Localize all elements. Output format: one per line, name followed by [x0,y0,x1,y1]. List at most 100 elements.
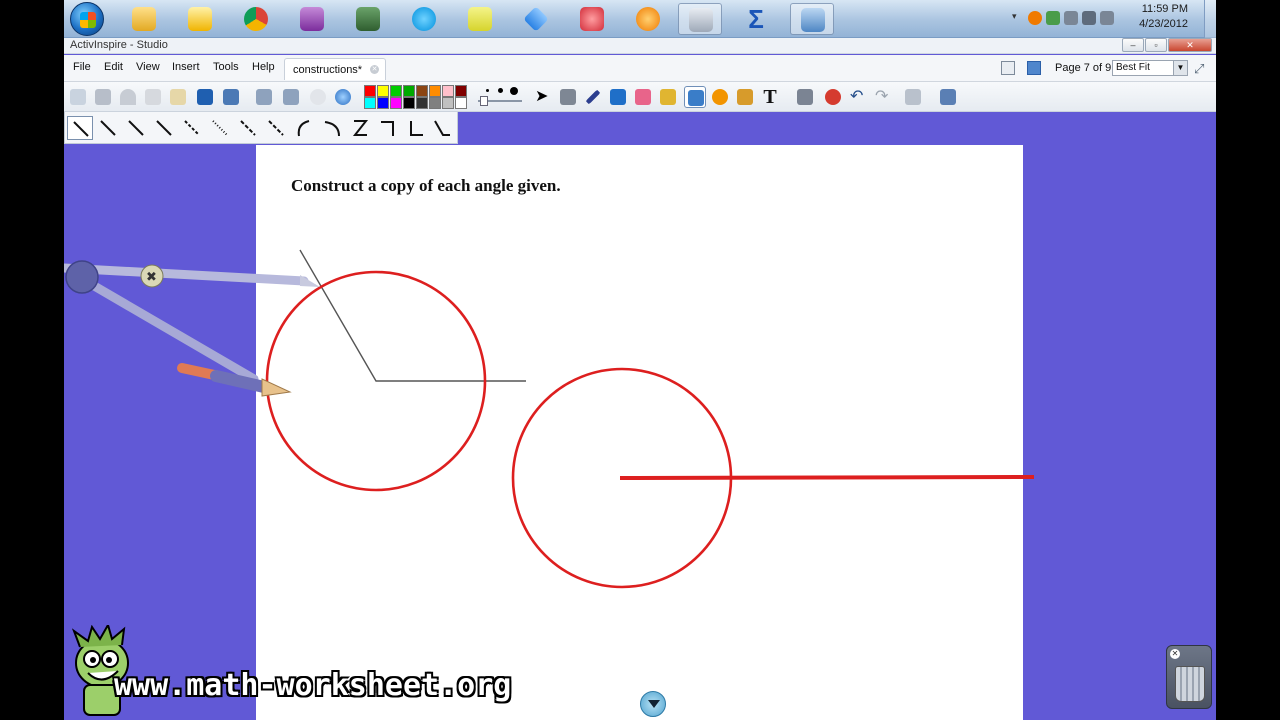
chrome-taskbar-button[interactable] [234,3,278,35]
clear-tool[interactable] [794,86,816,108]
skype-taskbar-button[interactable] [402,3,446,35]
shape-tool[interactable] [709,86,731,108]
straight-line-style[interactable] [67,116,93,140]
explorer-taskbar-button[interactable] [122,3,166,35]
start-button[interactable] [70,2,104,36]
color-swatch[interactable] [416,97,428,109]
pen-tool[interactable] [582,86,604,108]
elbow-diagonal-style[interactable] [429,116,455,140]
page-scroll-button[interactable] [640,691,666,717]
fullscreen-icon[interactable]: ⤢ [1194,61,1204,77]
drawing-layer[interactable]: ✖ [64,145,1216,720]
color-swatch[interactable] [403,97,415,109]
dashed-double-arrow-style[interactable] [263,116,289,140]
highlighter-tool[interactable] [607,86,629,108]
calculator-tool[interactable] [167,86,189,108]
dashed-line-style[interactable] [179,116,205,140]
given-angle[interactable] [299,249,526,382]
previous-page-tool[interactable] [253,86,275,108]
color-swatch[interactable] [416,85,428,97]
menu-edit[interactable]: Edit [104,61,123,73]
zoom-select[interactable]: Best Fit ▼ [1112,60,1188,76]
play-tool[interactable] [307,86,329,108]
clock-time[interactable]: 11:59 PM [1108,3,1188,15]
close-tab-icon[interactable]: ✕ [370,65,379,74]
calculator-taskbar-button[interactable] [346,3,390,35]
color-swatch[interactable] [442,85,454,97]
show-desktop-button[interactable] [1204,0,1216,38]
redo-tool[interactable]: ↷ [872,86,894,108]
magic-ink-tool[interactable] [734,86,756,108]
show-hidden-icons-icon[interactable]: ▾ [1012,11,1017,22]
device-tray-icon[interactable] [1064,11,1078,25]
curved-line-alt-style[interactable] [319,116,345,140]
line-double-arrow-style[interactable] [151,116,177,140]
compass-tool[interactable] [92,86,114,108]
elbow-down-style[interactable] [375,116,401,140]
menu-view[interactable]: View [136,61,160,73]
line-arrow-start-style[interactable] [123,116,149,140]
color-swatch[interactable] [377,97,389,109]
avast-taskbar-button[interactable] [626,3,670,35]
web-browser-tool[interactable] [332,86,354,108]
page-browser-icon[interactable] [1001,61,1015,75]
main-menu-tool[interactable] [67,86,89,108]
menu-help[interactable]: Help [252,61,275,73]
trash-can[interactable]: ✕ [1166,645,1212,709]
restore-button[interactable]: ▫ [1145,38,1167,52]
color-swatch[interactable] [455,85,467,97]
undo-tool[interactable]: ↶ [847,86,869,108]
desktop-tools[interactable] [557,86,579,108]
network-icon[interactable] [1082,11,1096,25]
snipping-tool-taskbar-button[interactable] [570,3,614,35]
color-swatch[interactable] [429,85,441,97]
fill-tool[interactable] [657,86,679,108]
menu-tools[interactable]: Tools [213,61,239,73]
sigma-taskbar-button[interactable]: Σ [734,3,778,35]
outlook-taskbar-button[interactable] [178,3,222,35]
minimize-button[interactable]: – [1122,38,1144,52]
sticky-notes-taskbar-button[interactable] [458,3,502,35]
dotted-line-style[interactable] [207,116,233,140]
connector-tool[interactable] [684,86,706,108]
color-swatch[interactable] [364,97,376,109]
camera-tool[interactable] [194,86,216,108]
text-tool[interactable]: T [759,86,781,108]
curved-line-style[interactable] [291,116,317,140]
color-swatch[interactable] [390,85,402,97]
color-swatch[interactable] [442,97,454,109]
close-icon[interactable]: ✕ [1170,649,1180,659]
slider-thumb[interactable] [480,96,488,106]
activinspire-taskbar-button[interactable] [678,3,722,35]
menu-file[interactable]: File [73,61,91,73]
color-swatch[interactable] [364,85,376,97]
elbow-up-style[interactable] [403,116,429,140]
resources-icon[interactable] [1027,61,1041,75]
magnifier-tool[interactable] [220,86,242,108]
color-swatch[interactable] [377,85,389,97]
document-tab[interactable]: constructions* ✕ [284,58,386,80]
remote-desktop-taskbar-button[interactable] [790,3,834,35]
dashed-arrow-style[interactable] [235,116,261,140]
select-tool[interactable]: ➤ [532,86,554,108]
new-ray[interactable] [619,475,1035,480]
page-properties-tool[interactable] [902,86,924,108]
clock-date[interactable]: 4/23/2012 [1108,18,1188,30]
color-swatch[interactable] [390,97,402,109]
onenote-taskbar-button[interactable] [290,3,334,35]
dropbox-taskbar-button[interactable] [514,3,558,35]
next-page-tool[interactable] [280,86,302,108]
eraser-tool[interactable] [632,86,654,108]
app-tray-icon[interactable] [1046,11,1060,25]
color-swatch[interactable] [429,97,441,109]
avast-tray-icon[interactable] [1028,11,1042,25]
color-swatch[interactable] [403,85,415,97]
menu-insert[interactable]: Insert [172,61,200,73]
customize-toolbox-tool[interactable] [937,86,959,108]
reset-page-tool[interactable] [822,86,844,108]
close-button[interactable]: ✕ [1168,38,1212,52]
ruler-tool[interactable] [142,86,164,108]
pen-width-slider[interactable] [474,86,524,108]
line-arrow-end-style[interactable] [95,116,121,140]
elbow-line-style[interactable] [347,116,373,140]
